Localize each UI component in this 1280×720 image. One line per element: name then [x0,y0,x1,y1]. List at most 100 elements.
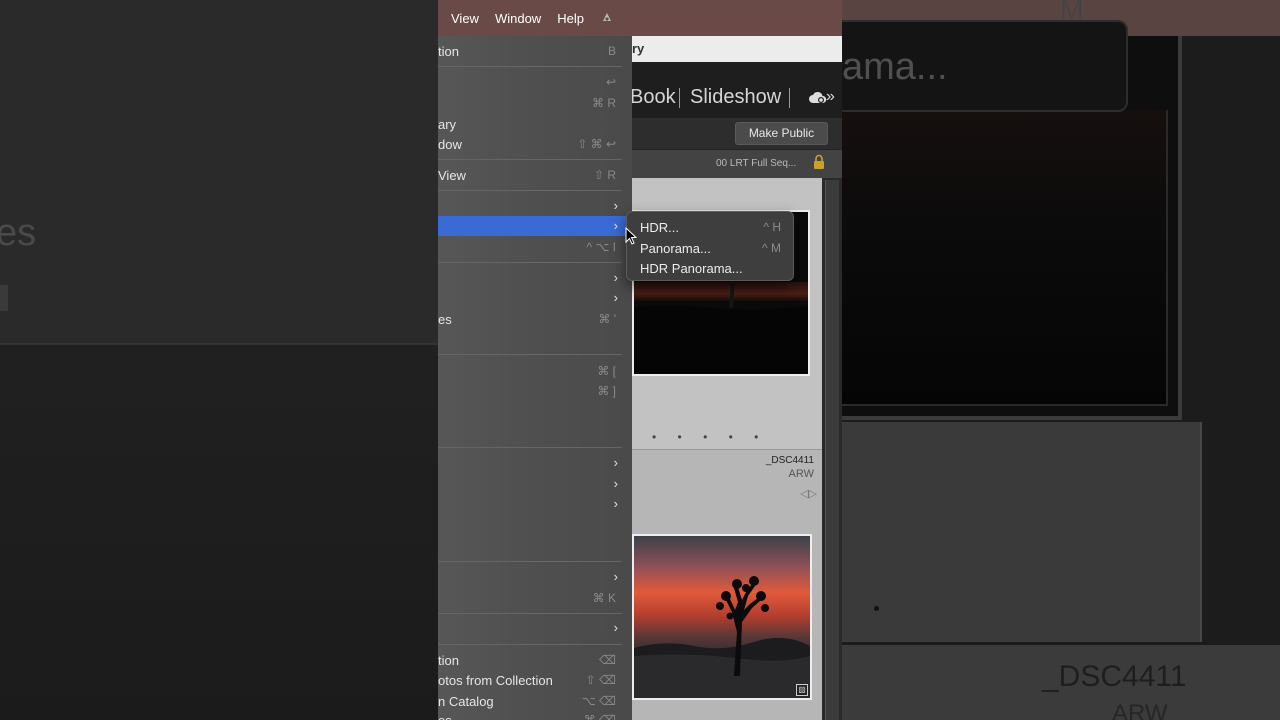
background-ghost-m: M [1060,0,1084,25]
menu-item[interactable]: es ⌘ ⌫ [438,710,632,720]
cloud-sync-icon[interactable] [808,90,828,110]
menu-item[interactable]: ↩ [438,72,632,92]
module-picker: Book Slideshow » [630,62,842,124]
window-title-strip: ry [632,36,842,62]
chevron-right-icon: › [613,270,618,285]
background-left-blur: es [0,0,438,720]
menu-item[interactable]: ⌘ ] [438,381,632,401]
menu-item-submenu[interactable]: › [438,196,632,216]
background-photo-inner [842,110,1168,406]
mouse-cursor-icon [625,226,638,245]
menu-item-shortcut: ^ ⌥ I [586,240,616,254]
lock-icon[interactable] [812,154,826,170]
menu-item[interactable]: dow ⇧ ⌘ ↩ [438,134,632,154]
chevron-right-icon[interactable]: » [826,88,835,106]
menu-item[interactable]: tion B [438,41,632,61]
menu-item-label: ary [438,117,457,132]
menu-item-shortcut: ⌘ [ [597,364,616,378]
menu-item[interactable]: otos from Collection ⇧ ⌫ [438,670,632,690]
menu-separator [438,561,622,562]
menu-item-label: dow [438,137,462,152]
menu-view[interactable]: View [443,11,487,26]
menu-item-shortcut: ⌘ R [592,96,616,110]
menu-item-shortcut: B [607,44,616,58]
grid-scrollbar-thumb[interactable] [825,180,839,720]
lightroom-app: View Window Help ry Book Slideshow » Mak… [438,0,842,720]
menu-item-shortcut: ⌥ ⌫ [581,694,616,708]
menu-item[interactable]: ⌘ [ [438,361,632,381]
photo-merge-submenu: HDR... ^ H Panorama... ^ M HDR Panorama.… [626,211,794,281]
menu-item[interactable]: n Catalog ⌥ ⌫ [438,691,632,711]
menu-item-shortcut: ⇧ ⌘ ↩ [577,137,616,151]
menu-item-label: tion [438,653,459,668]
chevron-right-icon: › [613,198,618,213]
make-public-button[interactable]: Make Public [735,122,828,145]
menu-item-shortcut: ⌘ K [592,591,616,605]
submenu-item-hdr[interactable]: HDR... ^ H [627,217,793,237]
menu-separator [438,262,622,263]
photo-extension: ARW [788,468,814,480]
menu-item-submenu[interactable]: › [438,618,632,638]
module-separator [789,88,790,108]
chevron-right-icon: › [613,455,618,470]
menu-item-shortcut: ⌘ ' [598,312,616,326]
menu-item[interactable]: ary [438,114,632,134]
flag-icon[interactable]: ◁▷ [800,487,817,500]
background-lower-panel [842,422,1202,642]
menu-item-label: otos from Collection [438,673,553,688]
menu-item-shortcut: ⌫ [599,653,616,667]
menu-item-label: n Catalog [438,694,494,709]
chevron-right-icon: › [613,290,618,305]
submenu-item-panorama[interactable]: Panorama... ^ M [627,238,793,258]
background-ghost-ext: ARW [1112,700,1168,720]
grid-scrollbar[interactable] [822,178,842,720]
menu-item-label: View [438,168,466,183]
window-title: ry [632,41,645,56]
photo-filename: _DSC4411 [765,455,814,466]
module-slideshow[interactable]: Slideshow [690,86,781,109]
menu-item[interactable]: ⌘ R [438,93,632,113]
grid-cell-dots: • • • • • [652,430,768,444]
background-ghost-filename: _DSC4411 [1042,660,1187,693]
background-ghost-panorama: ama... [842,46,948,88]
menu-help[interactable]: Help [549,11,592,26]
menu-item-shortcut: ⇧ ⌫ [585,673,616,687]
collection-toolbar: Make Public [632,118,842,150]
submenu-item-label: Panorama... [640,241,711,256]
menu-item-submenu[interactable]: › [438,288,632,308]
menu-separator [438,190,622,191]
menu-item-submenu[interactable]: › [438,474,632,494]
filter-bar: 00 LRT Full Seq... [632,150,842,178]
menu-item-photo-merge[interactable]: › [438,216,632,236]
menu-item-label: es [438,713,452,720]
menu-separator [438,447,622,448]
menu-item-submenu[interactable]: › [438,268,632,288]
menu-item[interactable]: tion ⌫ [438,650,632,670]
menu-item[interactable]: es ⌘ ' [438,309,632,329]
menu-item-shortcut: ⌘ ] [597,384,616,398]
menu-item-submenu[interactable]: › [438,494,632,514]
menu-separator [438,66,622,67]
submenu-item-hdr-panorama[interactable]: HDR Panorama... [627,258,793,278]
background-left-panel [0,0,438,345]
background-left-ghost-text: es [0,212,37,254]
filter-preset-select[interactable]: 00 LRT Full Seq... [716,158,796,169]
menu-item-shortcut: ⌘ ⌫ [583,713,616,720]
menu-item-shortcut: ⇧ R [593,168,616,182]
menubar-extra-icon[interactable] [600,10,614,27]
grid-cell[interactable]: _DSC4411 ARW ◁▷ ▨ [632,450,822,720]
submenu-item-shortcut: ^ H [763,220,781,234]
develop-badge-icon: ▨ [796,684,808,696]
background-dot [874,606,879,611]
menu-window[interactable]: Window [487,11,549,26]
menu-item-submenu[interactable]: › [438,567,632,587]
menu-item[interactable]: ^ ⌥ I [438,237,632,257]
menu-separator [438,159,622,160]
photo-thumbnail[interactable]: ▨ [632,534,812,700]
menu-item[interactable]: View ⇧ R [438,165,632,185]
menu-item-submenu[interactable]: › [438,453,632,473]
menu-item[interactable]: ⌘ K [438,588,632,608]
background-left-ghost-mark [0,285,8,311]
chevron-right-icon: › [613,476,618,491]
module-book[interactable]: Book [630,86,676,109]
